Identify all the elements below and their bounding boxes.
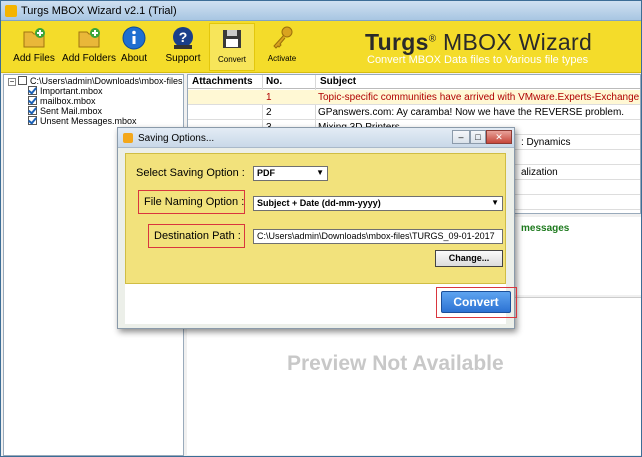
change-button[interactable]: Change... — [435, 250, 503, 267]
dialog-footer: Convert — [125, 284, 517, 324]
saving-options-dialog: Saving Options... – □ ✕ Select Saving Op… — [117, 127, 517, 329]
support-icon: ? — [170, 25, 196, 51]
col-no[interactable]: No. — [266, 76, 282, 87]
window-title: Turgs MBOX Wizard v2.1 (Trial) — [21, 5, 177, 17]
col-attachments[interactable]: Attachments — [192, 76, 253, 87]
add-files-icon — [21, 25, 47, 51]
convert-button[interactable]: Convert — [441, 291, 511, 313]
support-button[interactable]: ? Support — [165, 23, 201, 71]
dialog-app-icon — [123, 133, 133, 143]
info-icon — [121, 25, 147, 51]
title-bar: Turgs MBOX Wizard v2.1 (Trial) — [1, 1, 641, 21]
checkbox-checked-icon[interactable] — [28, 86, 37, 95]
toolbar: Add Files Add Folders About ? Support Co… — [1, 21, 641, 73]
checkbox-checked-icon[interactable] — [28, 116, 37, 125]
minimize-icon[interactable]: – — [452, 130, 470, 144]
saving-option-label: Select Saving Option : — [136, 167, 245, 179]
about-button[interactable]: About — [119, 23, 149, 71]
dialog-options-panel: Select Saving Option : PDF ▼ File Naming… — [125, 153, 506, 284]
svg-text:?: ? — [179, 29, 188, 45]
add-files-button[interactable]: Add Files — [11, 23, 57, 71]
dialog-title: Saving Options... — [138, 133, 215, 144]
brand: Turgs® MBOX Wizard Convert MBOX Data fil… — [365, 29, 635, 66]
brand-name: Turgs® MBOX Wizard — [365, 29, 593, 55]
dialog-title-bar: Saving Options... – □ ✕ — [118, 128, 514, 148]
table-row[interactable]: 2 GPanswers.com: Ay caramba! Now we have… — [188, 105, 640, 120]
saving-option-select[interactable]: PDF ▼ — [253, 166, 328, 181]
collapse-icon[interactable]: − — [8, 78, 16, 86]
app-icon — [5, 5, 17, 17]
floppy-icon — [219, 26, 245, 52]
destination-path-input[interactable]: C:\Users\admin\Downloads\mbox-files\TURG… — [253, 229, 503, 244]
preview-placeholder: Preview Not Available — [287, 352, 504, 375]
key-icon — [269, 25, 295, 51]
file-naming-label: File Naming Option : — [144, 196, 245, 208]
maximize-icon[interactable]: □ — [470, 130, 486, 144]
col-subject[interactable]: Subject — [320, 76, 356, 87]
activate-button[interactable]: Activate — [265, 23, 299, 71]
add-folders-icon — [76, 25, 102, 51]
checkbox-icon[interactable] — [18, 76, 27, 85]
checkbox-checked-icon[interactable] — [28, 106, 37, 115]
convert-toolbar-button[interactable]: Convert — [209, 23, 255, 71]
file-naming-select[interactable]: Subject + Date (dd-mm-yyyy) ▼ — [253, 196, 503, 211]
checkbox-checked-icon[interactable] — [28, 96, 37, 105]
dropdown-arrow-icon: ▼ — [491, 198, 499, 207]
table-row[interactable]: 1 Topic-specific communities have arrive… — [188, 90, 640, 105]
messages-label: messages — [521, 223, 570, 234]
grid-header: Attachments No. Subject — [188, 75, 640, 89]
add-folders-button[interactable]: Add Folders — [61, 23, 117, 71]
dropdown-arrow-icon: ▼ — [316, 168, 324, 177]
destination-label: Destination Path : — [154, 230, 241, 242]
close-icon[interactable]: ✕ — [486, 130, 512, 144]
brand-tagline: Convert MBOX Data files to Various file … — [367, 54, 589, 66]
